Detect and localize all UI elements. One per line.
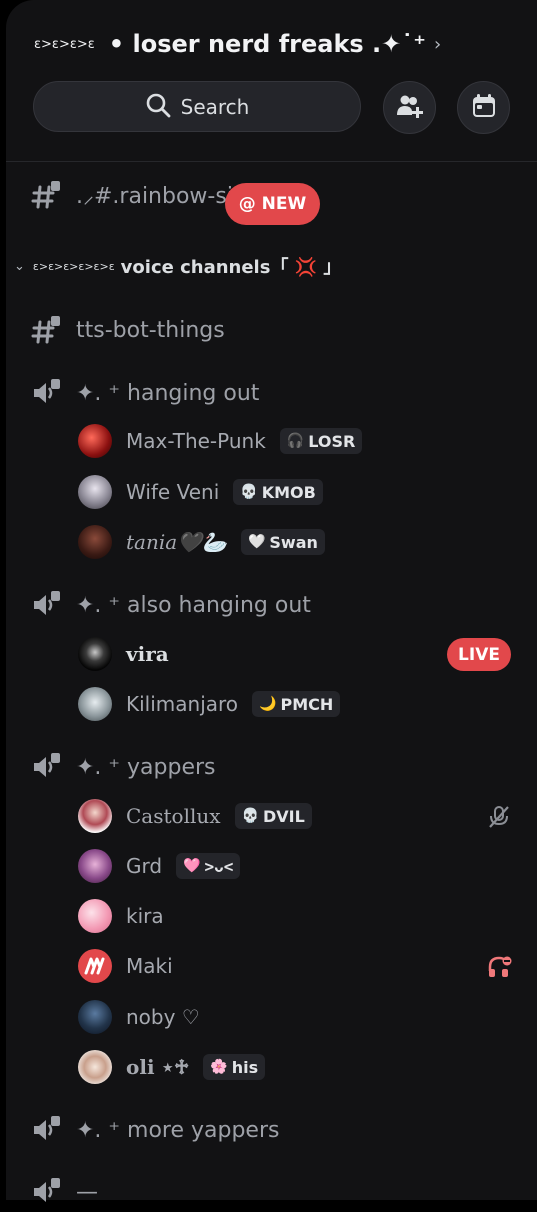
avatar <box>78 849 112 883</box>
flower-icon: 🌸 <box>210 1059 228 1075</box>
avatar <box>78 687 112 721</box>
category-deco: ɛ>ɛ>ɛ>ɛ>ɛ>ɛ <box>32 259 115 273</box>
locked-speaker-icon <box>30 751 62 783</box>
tag-text: his <box>231 1057 259 1077</box>
avatar <box>78 424 112 458</box>
voice-channel-more-yappers[interactable]: ✦. ⁺ more yappers <box>6 1110 537 1150</box>
header-divider <box>6 161 537 162</box>
add-member-icon <box>396 93 424 123</box>
server-name: • loser nerd freaks .✦˙⁺ <box>108 30 426 58</box>
voice-member[interactable]: Kilimanjaro 🌙 PMCH <box>78 682 341 726</box>
locked-speaker-icon <box>30 377 62 409</box>
voice-member[interactable]: vira <box>78 632 169 676</box>
heart-icon: 🩷 <box>183 858 201 874</box>
channel-tts-bot-things[interactable]: tts-bot-things <box>6 310 537 350</box>
server-tag[interactable]: 🩷 >ᴗ< <box>176 853 241 879</box>
member-name: Grd <box>126 854 163 878</box>
avatar <box>78 525 112 559</box>
locked-hash-icon <box>30 314 62 346</box>
heart-icon: 🤍 <box>247 534 266 550</box>
server-header: ɛ>ɛ>ɛ>ɛ • loser nerd freaks .✦˙⁺ › Searc… <box>6 0 537 162</box>
skull-icon: 💀 <box>240 484 258 500</box>
member-name: Castollux <box>126 804 221 828</box>
voice-member[interactable]: kira <box>78 894 164 938</box>
server-title[interactable]: ɛ>ɛ>ɛ>ɛ • loser nerd freaks .✦˙⁺ › <box>34 26 441 62</box>
avatar <box>78 799 112 833</box>
member-name: tania🖤🦢 <box>126 530 227 554</box>
voice-member[interactable]: tania🖤🦢 🤍 Swan <box>78 520 325 564</box>
channel-name: — <box>76 1179 98 1205</box>
channel-name: ✦. ⁺ yappers <box>76 754 216 780</box>
server-title-deco: ɛ>ɛ>ɛ>ɛ <box>34 36 95 52</box>
add-member-button[interactable] <box>383 81 436 134</box>
avatar <box>78 637 112 671</box>
server-tag[interactable]: 💀 DVIL <box>234 803 312 829</box>
server-tag[interactable]: 🌸 his <box>203 1054 266 1080</box>
chevron-right-icon: › <box>433 33 442 55</box>
voice-member[interactable]: Grd 🩷 >ᴗ< <box>78 844 241 888</box>
member-name: Maki <box>126 954 173 978</box>
member-name: Wife Veni <box>126 480 220 504</box>
avatar <box>78 949 112 983</box>
category-name: voice channels「 💢 」 <box>120 257 342 278</box>
channel-name: ✦. ⁺ hanging out <box>76 380 260 406</box>
deafened-icon <box>486 954 512 980</box>
member-name: kira <box>126 904 164 928</box>
tag-text: LOSR <box>308 431 356 451</box>
channel-name: .⸝#.rainbow-si <box>76 184 233 209</box>
voice-member[interactable]: Castollux 💀 DVIL <box>78 794 312 838</box>
skull-icon: 💀 <box>241 808 259 824</box>
server-tag[interactable]: 🎧 LOSR <box>279 428 363 454</box>
muted-icon <box>486 804 512 830</box>
tag-text: PMCH <box>280 694 334 714</box>
avatar <box>78 475 112 509</box>
voice-member[interactable]: Max-The-Punk 🎧 LOSR <box>78 419 363 463</box>
locked-hash-icon <box>30 179 62 211</box>
server-tag[interactable]: 🤍 Swan <box>240 529 325 555</box>
voice-member[interactable]: oli ⋆♱ 🌸 his <box>78 1045 266 1089</box>
server-tag[interactable]: 💀 KMOB <box>233 479 323 505</box>
channel-name: ✦. ⁺ more yappers <box>76 1117 280 1143</box>
voice-member[interactable]: Wife Veni 💀 KMOB <box>78 470 323 514</box>
moon-icon: 🌙 <box>259 696 277 712</box>
member-name: Max-The-Punk <box>126 429 266 453</box>
category-voice-channels[interactable]: ⌄ ɛ>ɛ>ɛ>ɛ>ɛ>ɛ voice channels「 💢 」 <box>6 250 537 282</box>
avatar <box>78 899 112 933</box>
channel-name: ✦. ⁺ also hanging out <box>76 592 311 618</box>
headphones-icon: 🎧 <box>286 433 305 449</box>
tag-text: DVIL <box>262 806 305 826</box>
search-button[interactable]: Search <box>33 81 361 132</box>
member-name: noby ♡ <box>126 1005 200 1029</box>
avatar <box>78 1000 112 1034</box>
search-icon <box>145 92 171 122</box>
voice-member[interactable]: Maki <box>78 944 173 988</box>
tag-text: KMOB <box>261 482 316 502</box>
server-tag[interactable]: 🌙 PMCH <box>252 691 341 717</box>
member-name: Kilimanjaro <box>126 692 239 716</box>
voice-channel-yappers[interactable]: ✦. ⁺ yappers <box>6 747 537 787</box>
avatar <box>78 1050 112 1084</box>
search-label: Search <box>180 94 250 119</box>
voice-member[interactable]: noby ♡ <box>78 995 200 1039</box>
calendar-icon <box>471 93 497 123</box>
tag-text: Swan <box>269 532 318 552</box>
member-name: oli ⋆♱ <box>126 1055 190 1079</box>
events-button[interactable] <box>457 81 510 134</box>
channel-name: tts-bot-things <box>76 317 225 343</box>
member-name: vira <box>126 642 169 666</box>
locked-speaker-icon <box>30 589 62 621</box>
voice-channel-also-hanging-out[interactable]: ✦. ⁺ also hanging out <box>6 585 537 625</box>
locked-speaker-icon <box>30 1176 62 1208</box>
live-badge[interactable]: LIVE <box>447 638 511 671</box>
chevron-down-icon: ⌄ <box>14 258 25 274</box>
locked-speaker-icon <box>30 1114 62 1146</box>
new-mention-badge[interactable]: @ NEW <box>225 183 320 225</box>
voice-channel-hanging-out[interactable]: ✦. ⁺ hanging out <box>6 373 537 413</box>
voice-channel-partial[interactable]: — <box>6 1172 537 1212</box>
channel-panel: ɛ>ɛ>ɛ>ɛ • loser nerd freaks .✦˙⁺ › Searc… <box>6 0 537 1205</box>
tag-text: >ᴗ< <box>204 856 234 876</box>
